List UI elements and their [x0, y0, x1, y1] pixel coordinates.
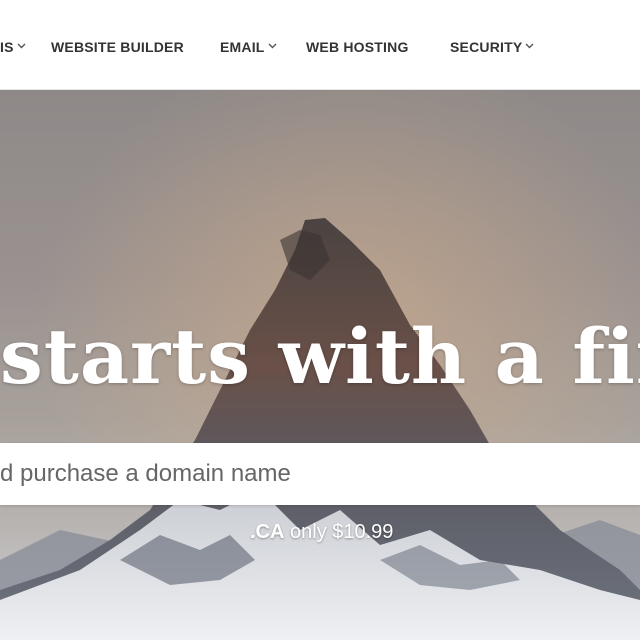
nav-item-web-hosting[interactable]: WEB HOSTING [306, 38, 409, 56]
promo-price: only $10.99 [284, 521, 394, 543]
promo-tld: .CA [250, 521, 285, 543]
hero-banner: starts with a firs .CA only $10.99 [0, 90, 640, 640]
nav-item-email[interactable]: EMAIL [220, 38, 277, 56]
nav-item-security[interactable]: SECURITY [450, 38, 534, 56]
domain-search-input[interactable] [0, 443, 640, 505]
domain-search-bar [0, 443, 640, 505]
nav-item-label: WEBSITE BUILDER [51, 39, 184, 55]
nav-item-website-builder[interactable]: WEBSITE BUILDER [51, 38, 184, 56]
chevron-down-icon [17, 38, 26, 49]
chevron-down-icon [525, 38, 534, 49]
nav-item-domains[interactable]: IS [0, 38, 26, 56]
nav-item-label: WEB HOSTING [306, 39, 409, 55]
nav-item-label: SECURITY [450, 39, 523, 55]
promo-price-text: .CA only $10.99 [250, 519, 393, 545]
hero-headline: starts with a firs [0, 312, 640, 401]
chevron-down-icon [268, 38, 277, 49]
nav-item-label: IS [0, 39, 14, 55]
nav-item-label: EMAIL [220, 39, 265, 55]
top-navigation: IS WEBSITE BUILDER EMAIL WEB HOSTING SEC… [0, 0, 640, 90]
